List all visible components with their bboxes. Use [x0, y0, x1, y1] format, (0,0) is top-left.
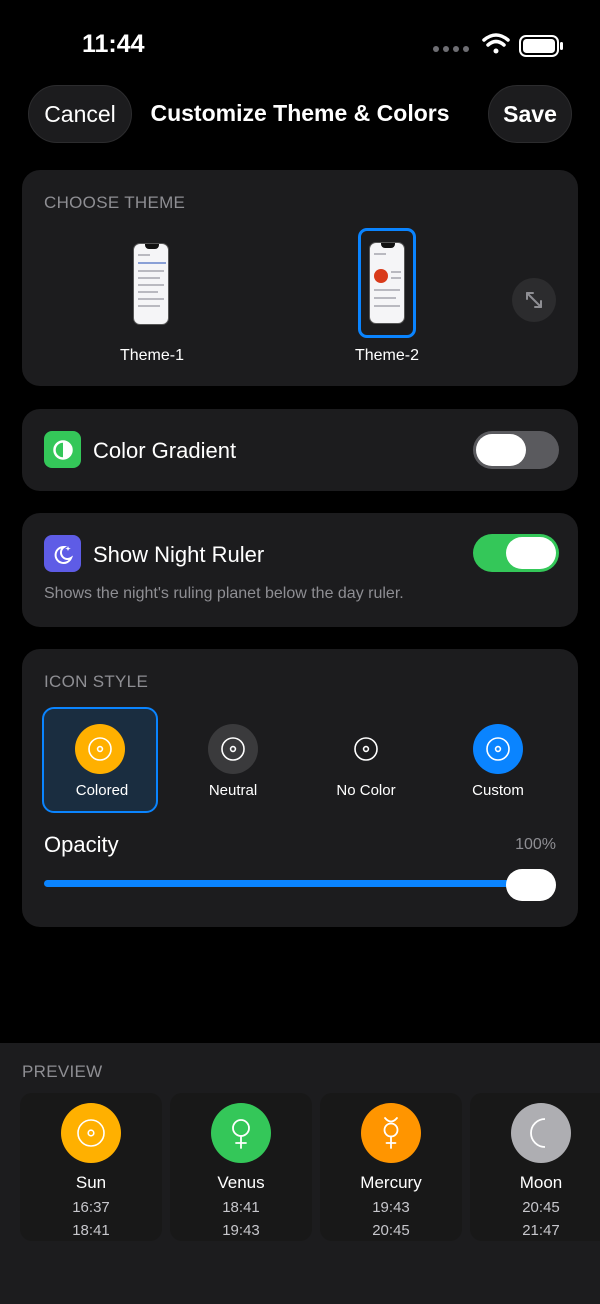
icon-style-label: ICON STYLE	[44, 672, 149, 691]
planet-start-time: 18:41	[222, 1199, 260, 1216]
page-title: Customize Theme & Colors	[150, 100, 450, 126]
theme-2-label: Theme-2	[354, 347, 420, 364]
cancel-button[interactable]: Cancel	[28, 85, 132, 143]
sun-icon	[75, 724, 125, 774]
color-gradient-toggle[interactable]	[473, 431, 559, 469]
style-option-custom[interactable]: Custom	[440, 707, 556, 813]
planet-end-time: 19:43	[222, 1222, 260, 1239]
opacity-value: 100%	[515, 836, 556, 853]
toggle-knob	[476, 434, 526, 466]
theme-1-option[interactable]	[126, 238, 186, 334]
save-button[interactable]: Save	[488, 85, 572, 143]
preview-card-venus: Venus 18:41 19:43	[170, 1093, 312, 1241]
icon-style-card: ICON STYLE Colored Neutral No Color Cust…	[22, 649, 578, 927]
night-ruler-label: Show Night Ruler	[93, 542, 265, 567]
sun-icon	[208, 724, 258, 774]
style-option-no-color[interactable]: No Color	[308, 707, 424, 813]
style-option-label: Custom	[472, 782, 524, 799]
opacity-slider-track[interactable]	[44, 880, 552, 887]
theme-card: CHOOSE THEME Theme-1 Theme-2	[22, 170, 578, 386]
opacity-slider-thumb[interactable]	[506, 869, 556, 901]
night-ruler-row: Show Night Ruler Shows the night's rulin…	[22, 513, 578, 627]
preview-label: PREVIEW	[22, 1062, 103, 1081]
style-option-label: Colored	[75, 782, 129, 799]
style-option-colored[interactable]: Colored	[42, 707, 158, 813]
toggle-knob	[506, 537, 556, 569]
mercury-icon	[361, 1103, 421, 1163]
planet-end-time: 21:47	[522, 1222, 560, 1239]
color-gradient-label: Color Gradient	[93, 438, 237, 463]
planet-end-time: 20:45	[372, 1222, 410, 1239]
planet-name: Sun	[75, 1173, 107, 1192]
preview-card-sun: Sun 16:37 18:41	[20, 1093, 162, 1241]
planet-name: Venus	[217, 1173, 265, 1192]
style-option-label: No Color	[336, 782, 396, 799]
planet-name: Moon	[519, 1173, 563, 1192]
expand-button[interactable]	[512, 278, 556, 322]
wifi-icon	[482, 33, 510, 54]
signal-dots-icon	[433, 46, 469, 52]
status-icons	[433, 33, 563, 57]
style-option-neutral[interactable]: Neutral	[175, 707, 291, 813]
sun-icon	[473, 724, 523, 774]
planet-name: Mercury	[360, 1173, 422, 1192]
choose-theme-label: CHOOSE THEME	[44, 193, 186, 212]
expand-icon	[526, 292, 542, 308]
planet-start-time: 20:45	[522, 1199, 560, 1216]
preview-panel: PREVIEW Sun 16:37 18:41 Venus 18:41 19:4…	[0, 1043, 600, 1304]
venus-icon	[211, 1103, 271, 1163]
style-option-label: Neutral	[208, 782, 258, 799]
night-ruler-description: Shows the night's ruling planet below th…	[44, 585, 404, 602]
theme-2-thumbnail	[369, 242, 405, 324]
planet-start-time: 16:37	[72, 1199, 110, 1216]
opacity-label: Opacity	[44, 832, 119, 857]
night-ruler-toggle[interactable]	[473, 534, 559, 572]
theme-2-option[interactable]	[358, 228, 416, 338]
theme-1-thumbnail	[133, 243, 169, 325]
sun-icon	[341, 724, 391, 774]
battery-icon	[519, 35, 563, 57]
status-time: 11:44	[82, 30, 145, 58]
planet-start-time: 19:43	[372, 1199, 410, 1216]
half-circle-icon	[44, 431, 81, 468]
sun-icon	[61, 1103, 121, 1163]
color-gradient-row: Color Gradient	[22, 409, 578, 491]
moon-icon	[511, 1103, 571, 1163]
preview-card-moon: Moon 20:45 21:47	[470, 1093, 600, 1241]
moon-stars-icon	[44, 535, 81, 572]
planet-end-time: 18:41	[72, 1222, 110, 1239]
preview-card-mercury: Mercury 19:43 20:45	[320, 1093, 462, 1241]
theme-1-label: Theme-1	[119, 347, 185, 364]
